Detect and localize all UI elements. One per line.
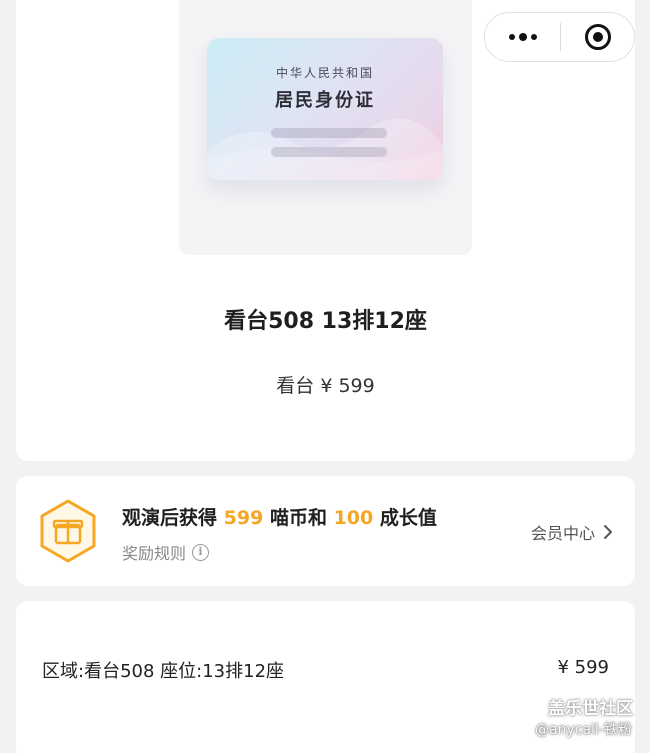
- id-card-country: 中华人民共和国: [275, 66, 374, 80]
- seat-detail-price: ¥ 599: [557, 657, 609, 678]
- target-circle-icon[interactable]: [561, 13, 634, 61]
- reward-growth: 100: [333, 507, 374, 529]
- dot: [530, 34, 537, 40]
- dot: [508, 34, 515, 40]
- seat-title: 看台508 13排12座: [224, 309, 427, 334]
- more-dots-icon[interactable]: [485, 13, 560, 61]
- id-card-line: [271, 128, 387, 138]
- chevron-right-icon: [604, 525, 612, 539]
- seat-detail-info: 区域:看台508 座位:13排12座: [42, 661, 285, 682]
- info-icon: i: [192, 543, 210, 561]
- watermark-user: @anycall-铁粉: [535, 722, 632, 738]
- reward-mid: 喵币和: [269, 507, 327, 529]
- id-card-line: [271, 147, 387, 157]
- reward-coins: 599: [223, 507, 264, 529]
- reward-rule-label: 奖励规则: [122, 544, 187, 563]
- member-center-label: 会员中心: [530, 524, 595, 543]
- reward-card: 观演后获得 599 喵币和 100 成长值 奖励规则 i 会员中心: [16, 476, 635, 586]
- ticket-card: 中华人民共和国 居民身份证 看台508 13排12座 看台 ¥ 599: [16, 0, 635, 461]
- reward-text: 观演后获得 599 喵币和 100 成长值: [122, 503, 437, 530]
- seat-price: 看台 ¥ 599: [276, 375, 375, 397]
- target-circle-svg: [584, 24, 611, 50]
- id-card-image: 中华人民共和国 居民身份证: [207, 38, 443, 180]
- id-card-wave-decoration: [207, 118, 443, 180]
- reward-rule-link[interactable]: 奖励规则 i: [122, 540, 210, 564]
- id-card-title: 居民身份证: [275, 90, 375, 111]
- miniprogram-capsule: [484, 12, 635, 62]
- reward-prefix: 观演后获得: [122, 507, 218, 529]
- watermark-logo: 盖乐世社区: [548, 699, 633, 719]
- gift-icon: [40, 499, 96, 563]
- id-card-panel: 中华人民共和国 居民身份证: [179, 0, 472, 255]
- reward-suffix: 成长值: [379, 507, 437, 529]
- dot: [518, 33, 527, 41]
- member-center-link[interactable]: 会员中心: [531, 520, 613, 544]
